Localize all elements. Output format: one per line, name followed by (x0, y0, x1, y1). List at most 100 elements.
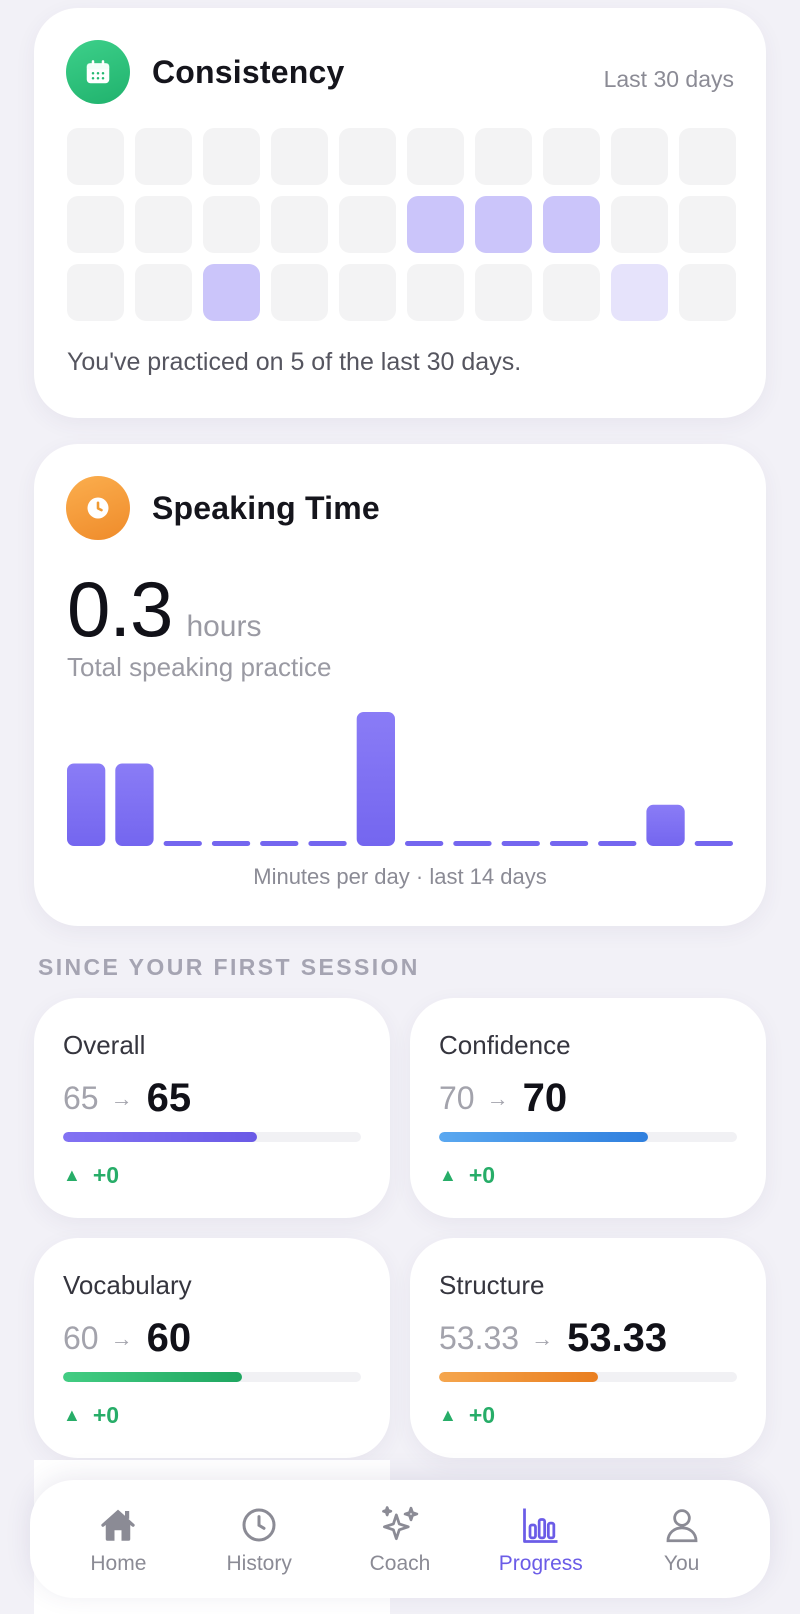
heatmap-day-cell (679, 264, 736, 321)
bar-chart-icon (519, 1502, 563, 1548)
metric-values: 60 → 60 (63, 1316, 191, 1361)
heatmap-day-cell (407, 264, 464, 321)
chart-bar (549, 841, 589, 846)
heatmap-day-cell (543, 128, 600, 185)
sparkles-icon (378, 1502, 422, 1548)
metric-label: Confidence (439, 1030, 571, 1060)
chart-bar (260, 841, 299, 846)
metric-progress-track (439, 1132, 737, 1142)
nav-label: Home (90, 1552, 147, 1575)
chart-bar (598, 841, 637, 846)
metric-progress-track (63, 1372, 361, 1382)
metric-card-vocabulary[interactable]: Vocabulary 60 → 60 ▲ +0 (34, 1238, 390, 1458)
heatmap-day-cell (475, 128, 532, 185)
metric-card-structure[interactable]: Structure 53.33 → 53.33 ▲ +0 (410, 1238, 766, 1458)
chart-bar (405, 841, 444, 846)
metric-to: 70 (522, 1076, 568, 1120)
chart-bar (67, 763, 106, 846)
metric-delta-value: +0 (92, 1402, 120, 1428)
bottom-nav: Home History Coach Progress You (30, 1480, 770, 1598)
activity-heatmap (67, 128, 736, 321)
metric-values: 65 → 65 (63, 1076, 191, 1121)
speaking-hours-value: 0.3 (67, 565, 173, 653)
nav-item-home[interactable]: Home (58, 1502, 178, 1576)
heatmap-day-cell (543, 264, 600, 321)
metric-from: 60 (63, 1320, 99, 1356)
heatmap-day-cell (67, 196, 124, 253)
nav-item-history[interactable]: History (199, 1502, 319, 1576)
nav-item-coach[interactable]: Coach (340, 1502, 460, 1576)
metric-delta-value: +0 (468, 1402, 496, 1428)
nav-label: Progress (498, 1552, 583, 1575)
nav-item-you[interactable]: You (622, 1502, 742, 1576)
chart-bar (646, 804, 685, 846)
heatmap-day-cell (339, 128, 396, 185)
metric-delta: ▲ +0 (439, 1162, 495, 1189)
metric-progress-fill (439, 1372, 598, 1382)
heatmap-day-cell (67, 128, 124, 185)
chart-bar (501, 841, 540, 846)
heatmap-day-cell (339, 196, 396, 253)
heatmap-day-cell (135, 264, 192, 321)
consistency-card: Consistency Last 30 days You've practice… (34, 8, 766, 418)
heatmap-day-cell (67, 264, 124, 321)
heatmap-day-cell (271, 128, 328, 185)
calendar-icon (66, 40, 130, 104)
speaking-title: Speaking Time (152, 489, 380, 526)
speaking-hours-unit: hours (186, 610, 262, 643)
metric-progress-fill (63, 1372, 242, 1382)
heatmap-day-cell (679, 128, 736, 185)
consistency-header: Consistency (66, 40, 344, 104)
metric-label: Structure (439, 1270, 545, 1300)
heatmap-day-cell (135, 196, 192, 253)
metric-from: 70 (439, 1080, 475, 1116)
metric-label: Vocabulary (63, 1270, 192, 1300)
chart-bar (694, 841, 733, 846)
triangle-up-icon: ▲ (63, 1165, 81, 1185)
chart-caption: Minutes per day · last 14 days (253, 864, 547, 889)
heatmap-day-cell (543, 196, 600, 253)
section-title: SINCE YOUR FIRST SESSION (38, 954, 420, 980)
heatmap-day-cell (611, 196, 668, 253)
metric-card-confidence[interactable]: Confidence 70 → 70 ▲ +0 (410, 998, 766, 1218)
chart-bar (453, 841, 492, 846)
metric-progress-track (439, 1372, 737, 1382)
metric-to: 60 (146, 1316, 192, 1360)
user-icon (661, 1502, 703, 1548)
metric-progress-track (63, 1132, 361, 1142)
metric-values: 70 → 70 (439, 1076, 567, 1121)
heatmap-day-cell (679, 196, 736, 253)
speaking-header: Speaking Time (66, 476, 380, 540)
heatmap-day-cell (475, 264, 532, 321)
home-icon (97, 1502, 139, 1548)
chart-bar (356, 712, 395, 846)
heatmap-day-cell (611, 128, 668, 185)
metric-values: 53.33 → 53.33 (439, 1316, 667, 1361)
heatmap-day-cell (475, 196, 532, 253)
metric-delta: ▲ +0 (63, 1162, 119, 1189)
range-selector[interactable]: Last 30 days (604, 66, 734, 93)
nav-label: You (663, 1552, 700, 1575)
speaking-time-card: Speaking Time 0.3 hours Total speaking p… (34, 444, 766, 926)
speaking-subtitle: Total speaking practice (67, 652, 332, 682)
metric-from: 53.33 (439, 1320, 520, 1356)
heatmap-day-cell (271, 264, 328, 321)
minutes-per-day-chart (67, 712, 733, 846)
consistency-summary: You've practiced on 5 of the last 30 day… (67, 348, 522, 376)
arrow-right-icon: → (110, 1085, 133, 1111)
arrow-right-icon: → (531, 1325, 554, 1351)
chart-bar (115, 763, 154, 846)
heatmap-day-cell (407, 128, 464, 185)
triangle-up-icon: ▲ (439, 1165, 457, 1185)
heatmap-day-cell (407, 196, 464, 253)
heatmap-day-cell (339, 264, 396, 321)
nav-label: Coach (369, 1552, 431, 1575)
metric-label: Overall (63, 1030, 146, 1060)
heatmap-day-cell (203, 128, 260, 185)
chart-bar (211, 841, 251, 846)
chart-bar (163, 841, 202, 846)
metric-card-overall[interactable]: Overall 65 → 65 ▲ +0 (34, 998, 390, 1218)
nav-item-progress[interactable]: Progress (481, 1502, 601, 1576)
metric-progress-fill (63, 1132, 257, 1142)
metric-to: 65 (146, 1076, 192, 1120)
